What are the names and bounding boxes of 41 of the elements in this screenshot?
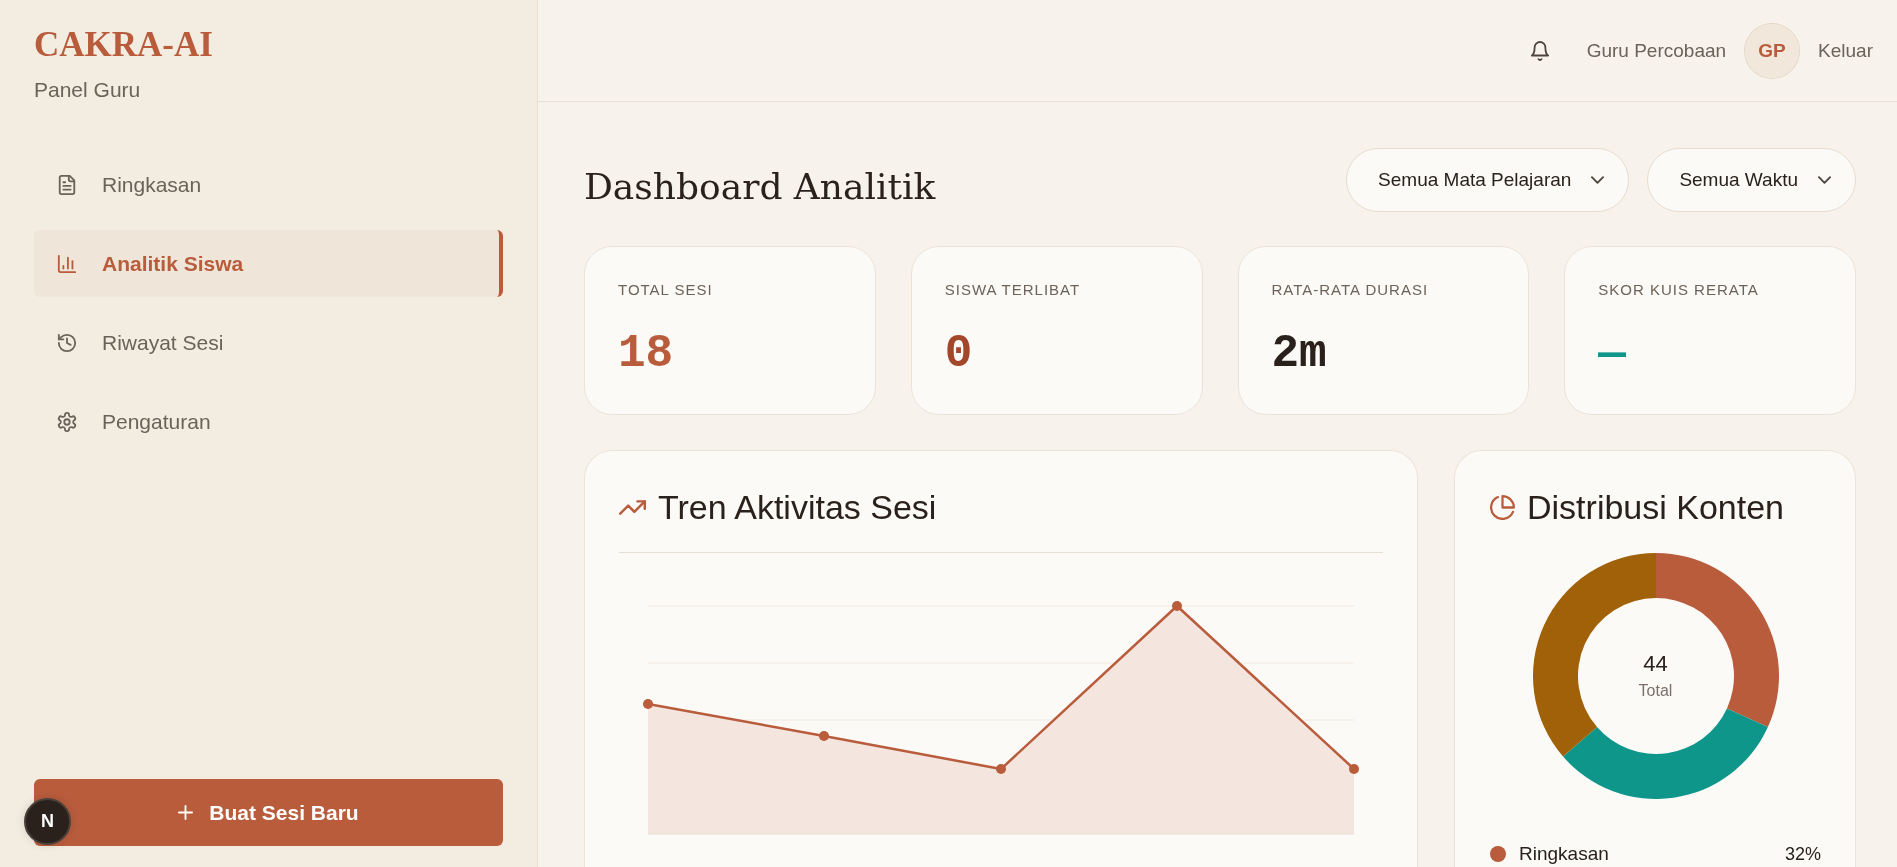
legend-value: 32% [1784, 843, 1821, 865]
chevron-down-icon [1818, 176, 1831, 184]
plus-icon [178, 805, 194, 820]
legend-label: Ringkasan [1519, 843, 1609, 865]
nav-item[interactable]: Riwayat Sesi [34, 309, 503, 376]
bar-chart-icon [57, 253, 77, 274]
user-name: Guru Percobaan [1586, 39, 1727, 62]
trending-up-icon [619, 499, 646, 515]
stat-label: SISWA TERLIBAT [944, 281, 1081, 299]
data-point [819, 731, 829, 741]
page-title: Dashboard Analitik [584, 165, 936, 209]
data-point [1349, 764, 1359, 774]
stat-value: 0 [944, 328, 973, 380]
history-icon [57, 332, 77, 353]
nav-item[interactable]: Analitik Siswa [34, 230, 503, 297]
stat-label: TOTAL SESI [618, 281, 713, 299]
logout-button[interactable]: Keluar [1818, 39, 1873, 62]
pie-chart-icon [1490, 494, 1515, 520]
nav-item[interactable]: Ringkasan [34, 151, 503, 218]
data-point [1172, 601, 1182, 611]
filter-dropdown[interactable]: Semua Mata Pelajaran [1346, 148, 1630, 212]
total-label: Total [1638, 681, 1673, 701]
stat-value: — [1598, 328, 1626, 380]
nav-item[interactable]: Pengaturan [34, 388, 503, 455]
chevron-down-icon [1591, 176, 1605, 184]
card-title: Tren Aktivitas Sesi [658, 487, 937, 527]
document-icon [57, 174, 77, 195]
logo-text: CAKRA-AI [34, 25, 213, 65]
filter-dropdown[interactable]: Semua Waktu [1647, 148, 1856, 212]
bell-icon[interactable] [1530, 40, 1549, 61]
card-title: Distribusi Konten [1527, 487, 1784, 527]
total-value: 44 [1643, 651, 1668, 677]
gear-icon [57, 411, 77, 432]
data-point [996, 764, 1006, 774]
stat-label: RATA-RATA DURASI [1271, 281, 1429, 299]
panel-subtitle: Panel Guru [34, 77, 141, 103]
stat-value: 2m [1271, 328, 1327, 380]
stat-value: 18 [618, 328, 674, 380]
avatar[interactable]: GP [1744, 22, 1801, 79]
data-point [643, 699, 653, 709]
stat-label: SKOR KUIS RERATA [1598, 281, 1759, 299]
